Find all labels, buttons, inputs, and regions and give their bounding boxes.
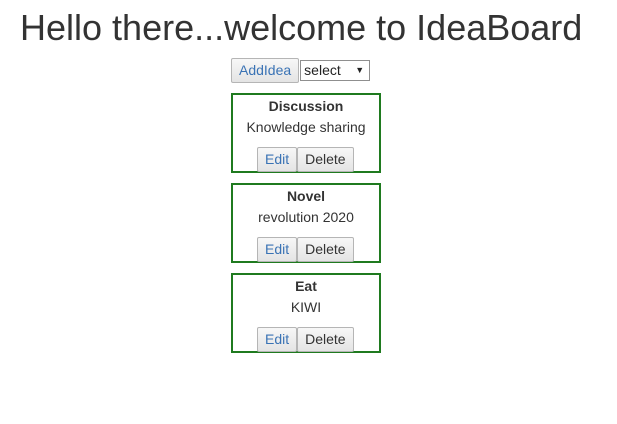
idea-name: Eat [295,278,317,294]
edit-button[interactable]: Edit [257,327,298,352]
delete-button[interactable]: Delete [297,147,354,172]
delete-button[interactable]: Delete [297,237,354,262]
idea-actions: Edit Delete [257,237,354,262]
idea-card: Eat KIWI Edit Delete [231,273,381,353]
idea-card: Novel revolution 2020 Edit Delete [231,183,381,263]
page: Hello there...welcome to IdeaBoard AddId… [0,0,617,424]
add-idea-button[interactable]: AddIdea [231,58,300,83]
chevron-down-icon: ▼ [355,65,365,75]
idea-name: Discussion [268,98,344,114]
toolbar: AddIdea select ▼ [231,58,371,83]
page-title: Hello there...welcome to IdeaBoard [20,7,583,48]
idea-actions: Edit Delete [257,147,354,172]
edit-button[interactable]: Edit [257,237,298,262]
delete-button[interactable]: Delete [297,327,354,352]
idea-name: Novel [286,188,326,204]
idea-select-value: select [304,62,341,78]
idea-description: KIWI [290,299,322,315]
idea-card: Discussion Knowledge sharing Edit Delete [231,93,381,173]
idea-actions: Edit Delete [257,327,354,352]
idea-description: revolution 2020 [258,209,354,225]
idea-select[interactable]: select ▼ [300,60,371,81]
idea-description: Knowledge sharing [246,119,366,135]
edit-button[interactable]: Edit [257,147,298,172]
